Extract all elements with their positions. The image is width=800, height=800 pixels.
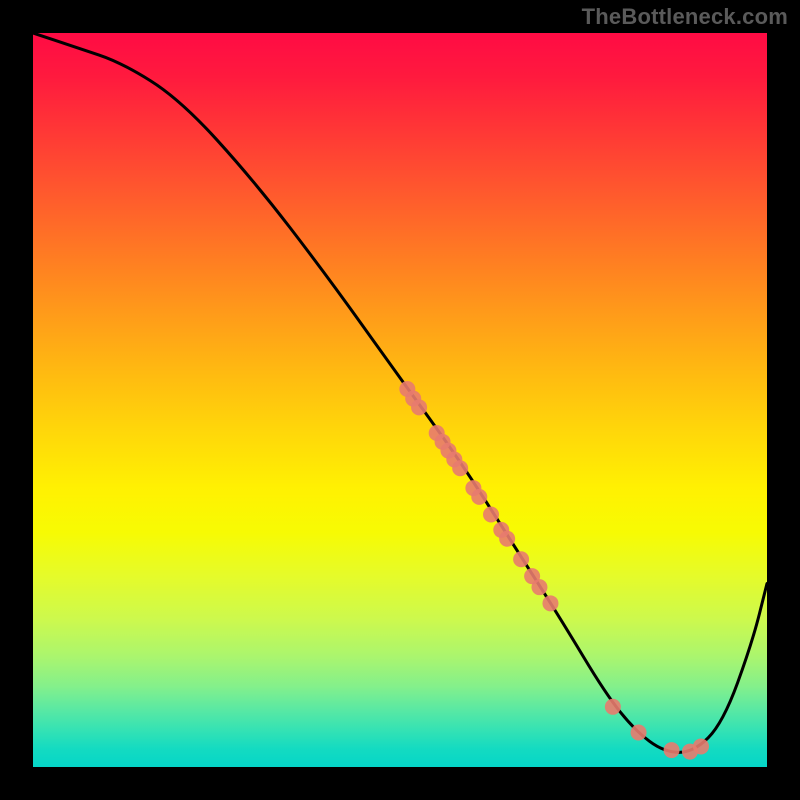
- chart-frame: TheBottleneck.com: [0, 0, 800, 800]
- data-point-marker: [605, 699, 621, 715]
- data-point-marker: [693, 738, 709, 754]
- data-point-marker: [631, 725, 647, 741]
- data-point-marker: [542, 595, 558, 611]
- data-point-marker: [452, 460, 468, 476]
- attribution-text: TheBottleneck.com: [582, 4, 788, 30]
- data-points-layer: [399, 381, 709, 760]
- bottleneck-curve: [33, 33, 767, 752]
- plot-area: [33, 33, 767, 767]
- chart-svg: [33, 33, 767, 767]
- data-point-marker: [471, 489, 487, 505]
- data-point-marker: [499, 531, 515, 547]
- data-point-marker: [411, 399, 427, 415]
- data-point-marker: [483, 507, 499, 523]
- data-point-marker: [531, 579, 547, 595]
- data-point-marker: [664, 742, 680, 758]
- data-point-marker: [513, 551, 529, 567]
